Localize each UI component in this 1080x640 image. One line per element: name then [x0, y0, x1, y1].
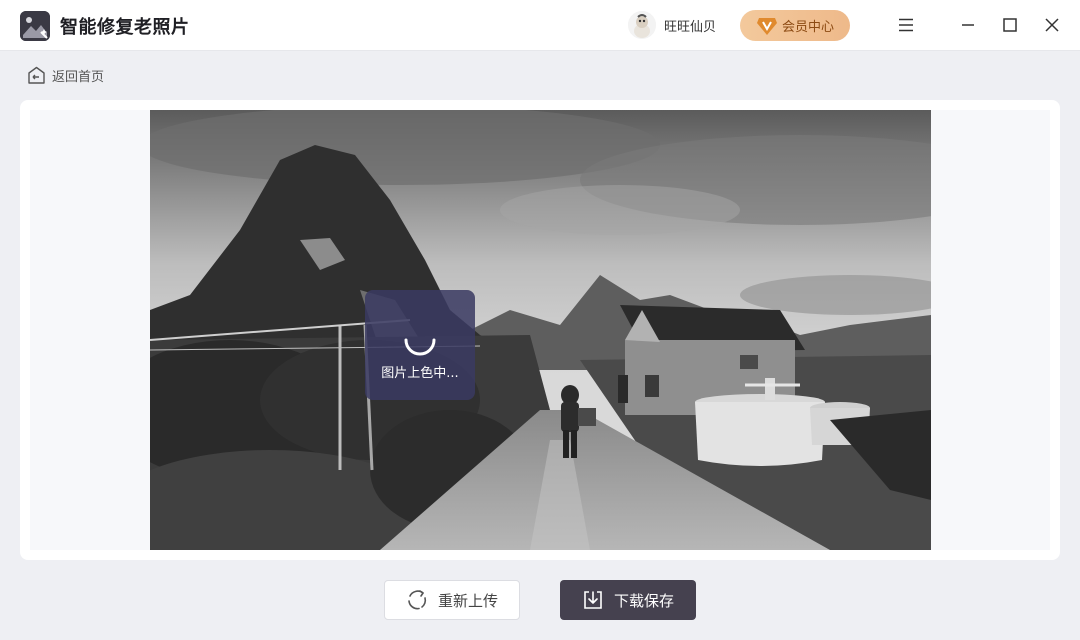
vip-center-button[interactable]: 会员中心	[740, 10, 850, 41]
home-back-icon	[28, 66, 45, 84]
loading-spinner-icon	[404, 338, 436, 356]
close-icon[interactable]	[1040, 13, 1064, 37]
loading-status-text: 图片上色中...	[381, 366, 459, 381]
reupload-button[interactable]: 重新上传	[384, 580, 520, 620]
preview-canvas: 图片上色中...	[30, 110, 1050, 550]
title-bar: 智能修复老照片 旺旺仙贝 会员中心	[0, 0, 1080, 50]
preview-panel: 图片上色中...	[20, 100, 1060, 560]
photo-magic-icon	[20, 11, 50, 41]
loading-overlay: 图片上色中...	[365, 290, 475, 400]
download-button[interactable]: 下载保存	[560, 580, 696, 620]
username[interactable]: 旺旺仙贝	[664, 16, 716, 35]
back-home-label: 返回首页	[52, 69, 105, 85]
maximize-icon[interactable]	[998, 13, 1022, 37]
reupload-label: 重新上传	[437, 591, 498, 610]
refresh-icon	[408, 590, 427, 610]
app-title: 智能修复老照片	[60, 17, 190, 38]
minimize-icon[interactable]	[956, 13, 980, 37]
menu-icon[interactable]	[894, 13, 918, 37]
photo-preview	[150, 110, 931, 550]
vip-center-label: 会员中心	[781, 20, 834, 35]
download-icon	[584, 591, 602, 609]
download-label: 下载保存	[613, 591, 674, 610]
avatar-icon[interactable]	[628, 11, 656, 39]
back-home-link[interactable]: 返回首页	[27, 64, 104, 86]
vip-diamond-icon	[756, 17, 777, 35]
